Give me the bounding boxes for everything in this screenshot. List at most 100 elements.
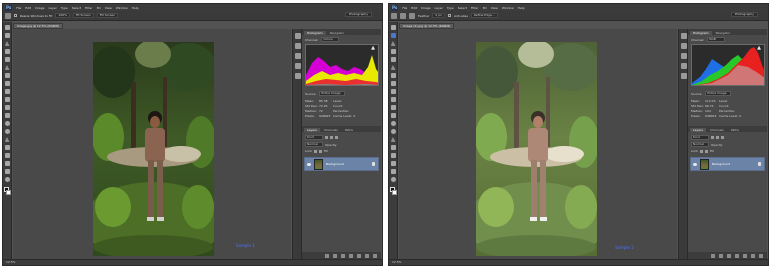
fit-screen-button[interactable]: Fit Screen bbox=[72, 13, 94, 18]
brush-tool-icon[interactable] bbox=[390, 81, 396, 86]
menu-window[interactable]: Window bbox=[502, 5, 514, 11]
new-layer-icon[interactable] bbox=[751, 253, 755, 258]
new-layer-icon[interactable] bbox=[365, 253, 369, 258]
healing-brush-tool-icon[interactable] bbox=[390, 73, 396, 78]
tab-channels[interactable]: Channels bbox=[320, 128, 341, 132]
tab-layers[interactable]: Layers bbox=[304, 128, 320, 132]
new-group-icon[interactable] bbox=[357, 253, 361, 258]
lasso-tool-icon[interactable] bbox=[4, 41, 10, 46]
zoom-level[interactable]: 12.5% bbox=[392, 260, 402, 264]
shape-tool-icon[interactable] bbox=[4, 161, 10, 166]
tab-histogram[interactable]: Histogram bbox=[304, 31, 326, 35]
menu-view[interactable]: View bbox=[105, 5, 112, 11]
menu-edit[interactable]: Edit bbox=[411, 5, 417, 11]
blur-tool-icon[interactable] bbox=[390, 121, 396, 126]
pixel-filter-icon[interactable] bbox=[325, 136, 328, 139]
kind-filter-select[interactable]: Kind bbox=[691, 135, 709, 140]
anti-alias-checkbox[interactable] bbox=[447, 14, 451, 17]
menu-filter[interactable]: Filter bbox=[85, 5, 92, 11]
layer-row-background[interactable]: Background bbox=[690, 157, 765, 171]
menu-file[interactable]: File bbox=[402, 5, 407, 11]
link-layers-icon[interactable] bbox=[711, 253, 715, 258]
path-select-tool-icon[interactable] bbox=[4, 153, 10, 158]
menu-image[interactable]: Image bbox=[421, 5, 430, 11]
color-swatches[interactable] bbox=[389, 187, 397, 195]
menu-help[interactable]: Help bbox=[518, 5, 525, 11]
blend-mode-select[interactable]: Normal bbox=[691, 142, 709, 147]
shape-tool-icon[interactable] bbox=[390, 161, 396, 166]
tab-paths[interactable]: Paths bbox=[727, 128, 742, 132]
resize-windows-checkbox[interactable] bbox=[14, 14, 17, 17]
source-select[interactable]: Entire Image bbox=[319, 91, 346, 96]
history-brush-tool-icon[interactable] bbox=[4, 97, 10, 102]
menu-3d[interactable]: 3D bbox=[96, 5, 100, 11]
gradient-tool-icon[interactable] bbox=[4, 113, 10, 118]
blend-mode-select[interactable]: Normal bbox=[305, 142, 323, 147]
photo-canvas[interactable] bbox=[476, 42, 597, 256]
menu-type[interactable]: Type bbox=[447, 5, 454, 11]
new-selection-icon[interactable] bbox=[400, 12, 406, 19]
workspace-select[interactable]: Photography bbox=[344, 12, 372, 17]
menu-layer[interactable]: Layer bbox=[435, 5, 443, 11]
pixel-filter-icon[interactable] bbox=[711, 136, 714, 139]
hand-tool-icon[interactable] bbox=[4, 169, 10, 174]
add-mask-icon[interactable] bbox=[341, 253, 345, 258]
adjustment-layer-icon[interactable] bbox=[735, 253, 739, 258]
tab-paths[interactable]: Paths bbox=[341, 128, 356, 132]
menu-type[interactable]: Type bbox=[61, 5, 68, 11]
clone-stamp-tool-icon[interactable] bbox=[4, 89, 10, 94]
eraser-tool-icon[interactable] bbox=[390, 105, 396, 110]
lock-pixels-icon[interactable] bbox=[313, 149, 317, 153]
channel-select[interactable]: Colors bbox=[321, 37, 340, 42]
menu-file[interactable]: File bbox=[16, 5, 21, 11]
hand-tool-icon[interactable] bbox=[390, 169, 396, 174]
type-tool-icon[interactable] bbox=[390, 145, 396, 150]
new-group-icon[interactable] bbox=[743, 253, 747, 258]
source-select[interactable]: Entire Image bbox=[705, 91, 732, 96]
healing-brush-tool-icon[interactable] bbox=[4, 73, 10, 78]
canvas-area[interactable]: Sample 2 bbox=[399, 29, 677, 259]
adjustment-filter-icon[interactable] bbox=[330, 136, 333, 139]
quick-select-tool-icon[interactable] bbox=[390, 49, 396, 54]
layer-row-background[interactable]: Background bbox=[304, 157, 379, 171]
lock-position-icon[interactable] bbox=[318, 149, 322, 153]
type-filter-icon[interactable] bbox=[721, 136, 724, 139]
crop-tool-icon[interactable] bbox=[4, 57, 10, 62]
tab-navigator[interactable]: Navigator bbox=[712, 31, 734, 35]
zoom-100-button[interactable]: 100% bbox=[55, 13, 70, 18]
magic-wand-tool-icon[interactable] bbox=[390, 41, 396, 46]
tab-layers[interactable]: Layers bbox=[690, 128, 706, 132]
pen-tool-icon[interactable] bbox=[4, 137, 10, 142]
brush-tool-icon[interactable] bbox=[4, 81, 10, 86]
fill-screen-button[interactable]: Fill Screen bbox=[96, 13, 119, 18]
trash-icon[interactable] bbox=[373, 253, 377, 258]
path-select-tool-icon[interactable] bbox=[390, 153, 396, 158]
adjustment-layer-icon[interactable] bbox=[349, 253, 353, 258]
dodge-tool-icon[interactable] bbox=[390, 129, 396, 134]
add-mask-icon[interactable] bbox=[727, 253, 731, 258]
channel-select[interactable]: RGB bbox=[707, 37, 726, 42]
dodge-tool-icon[interactable] bbox=[4, 129, 10, 134]
menu-image[interactable]: Image bbox=[35, 5, 44, 11]
type-filter-icon[interactable] bbox=[335, 136, 338, 139]
menu-view[interactable]: View bbox=[491, 5, 498, 11]
menu-filter[interactable]: Filter bbox=[471, 5, 478, 11]
quick-select-tool-icon[interactable] bbox=[4, 49, 10, 54]
background-color-swatch[interactable] bbox=[391, 190, 397, 195]
feather-input[interactable]: 0 px bbox=[432, 13, 445, 18]
marquee-tool-icon[interactable] bbox=[4, 33, 10, 38]
eye-icon[interactable] bbox=[307, 162, 311, 166]
menu-select[interactable]: Select bbox=[458, 5, 467, 11]
crop-tool-icon[interactable] bbox=[390, 57, 396, 62]
eraser-tool-icon[interactable] bbox=[4, 105, 10, 110]
eye-icon[interactable] bbox=[693, 162, 697, 166]
gradient-tool-icon[interactable] bbox=[390, 113, 396, 118]
menu-3d[interactable]: 3D bbox=[482, 5, 486, 11]
eyedropper-tool-icon[interactable] bbox=[390, 65, 396, 70]
pen-tool-icon[interactable] bbox=[390, 137, 396, 142]
zoom-tool-icon[interactable] bbox=[390, 177, 396, 182]
zoom-level[interactable]: 12.5% bbox=[6, 260, 16, 264]
clone-stamp-tool-icon[interactable] bbox=[390, 89, 396, 94]
tab-channels[interactable]: Channels bbox=[706, 128, 727, 132]
eyedropper-tool-icon[interactable] bbox=[4, 65, 10, 70]
